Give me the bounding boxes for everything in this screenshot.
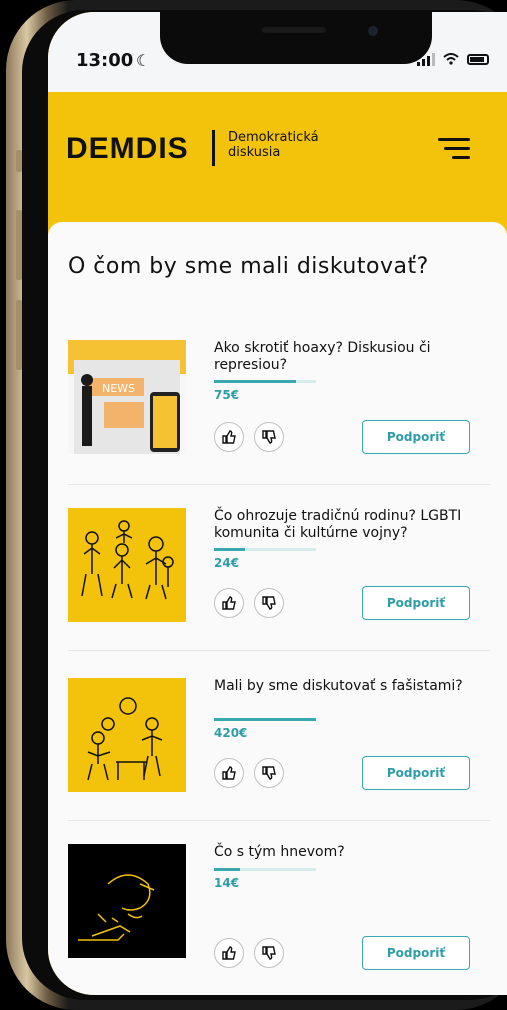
thumbs-down-icon[interactable] (254, 758, 284, 788)
support-button[interactable]: Podporiť (362, 756, 470, 790)
funding-progress (214, 380, 316, 383)
phone-notch (160, 12, 432, 64)
topic-question[interactable]: Mali by sme diskutovať s fašistami? (214, 678, 490, 695)
topic-question[interactable]: Čo ohrozuje tradičnú rodinu? LGBTI komun… (214, 508, 490, 542)
funding-amount: 14€ (214, 876, 240, 890)
topic-divider (68, 484, 490, 485)
thumbs-down-icon[interactable] (254, 588, 284, 618)
funding-progress (214, 718, 316, 721)
funding-amount: 420€ (214, 726, 248, 740)
topic-thumbnail[interactable] (68, 508, 186, 622)
dialogue-illustration (87, 697, 163, 781)
funding-progress-fill (214, 868, 240, 871)
thumbs-up-icon[interactable] (214, 758, 244, 788)
funding-progress (214, 548, 316, 551)
anger-illustration (78, 874, 155, 941)
thumbs-up-icon[interactable] (214, 422, 244, 452)
family-illustration (81, 520, 174, 600)
support-button[interactable]: Podporiť (362, 936, 470, 970)
topic-thumbnail[interactable] (68, 844, 186, 958)
app-screen: 13:00 ☾ DEMDIS Demokratická diskusia O č… (48, 12, 507, 995)
topic-item: NEWS Ako skrotiť hoaxy? Diskusiou či rep… (48, 340, 507, 508)
moon-icon: ☾ (136, 51, 151, 70)
support-button[interactable]: Podporiť (362, 586, 470, 620)
thumbs-down-icon[interactable] (254, 422, 284, 452)
topic-question[interactable]: Čo s tým hnevom? (214, 844, 490, 861)
tagline-line-2: diskusia (228, 145, 281, 160)
thumbs-down-icon[interactable] (254, 938, 284, 968)
topic-thumbnail[interactable] (68, 678, 186, 792)
funding-amount: 75€ (214, 388, 240, 402)
wifi-icon (443, 53, 459, 65)
funding-progress-fill (214, 718, 316, 721)
main-card: O čom by sme mali diskutovať? NEWS Ako s… (48, 222, 507, 995)
app-logo[interactable]: DEMDIS (66, 132, 189, 166)
app-tagline: Demokratická diskusia (228, 130, 319, 160)
speaker-grille (262, 27, 326, 33)
funding-amount: 24€ (214, 556, 240, 570)
svg-text:NEWS: NEWS (102, 382, 135, 395)
thumbs-up-icon[interactable] (214, 588, 244, 618)
funding-progress-fill (214, 380, 296, 383)
status-icons (417, 52, 489, 66)
status-time: 13:00 (76, 50, 134, 71)
topic-item: Čo s tým hnevom? 14€ Podporiť (48, 844, 507, 995)
app-header: DEMDIS Demokratická diskusia (48, 92, 507, 222)
topic-thumbnail[interactable]: NEWS (68, 340, 186, 454)
page-title: O čom by sme mali diskutovať? (68, 254, 429, 279)
thumbs-up-icon[interactable] (214, 938, 244, 968)
funding-progress-fill (214, 548, 245, 551)
support-button[interactable]: Podporiť (362, 420, 470, 454)
topic-divider (68, 820, 490, 821)
hamburger-menu-icon[interactable] (438, 136, 470, 162)
topic-question[interactable]: Ako skrotiť hoaxy? Diskusiou či represio… (214, 340, 490, 374)
news-illustration: NEWS (68, 340, 186, 454)
front-camera (368, 26, 378, 36)
battery-icon (467, 53, 489, 65)
logo-divider (212, 130, 215, 166)
funding-progress (214, 868, 316, 871)
topic-divider (68, 650, 490, 651)
tagline-line-1: Demokratická (228, 130, 319, 145)
